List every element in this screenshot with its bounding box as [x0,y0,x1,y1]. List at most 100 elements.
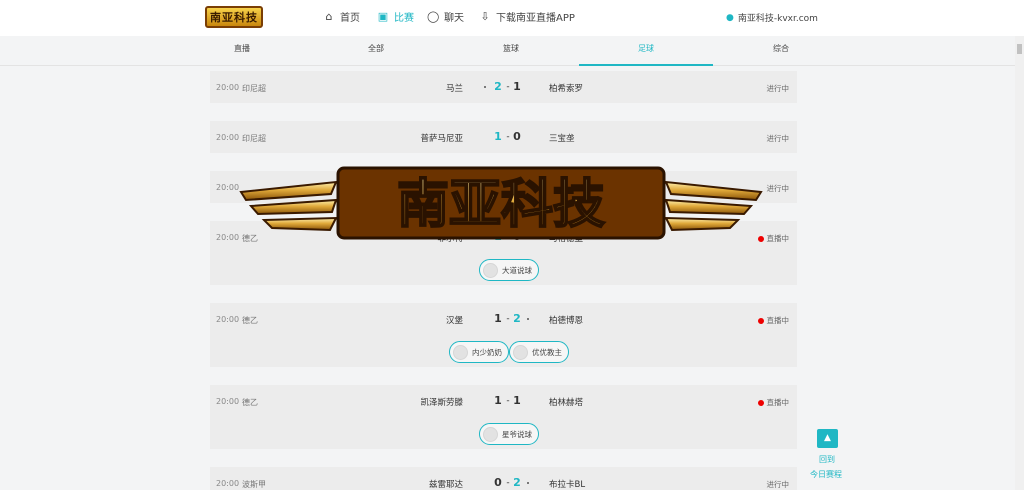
streamer-name: 内少奶奶 [472,347,502,357]
top-navbar: 南亚科技 ⌂ 首页 ▣ 比赛 ◯ 聊天 ⇩ 下载南亚直播APP ● 南亚科技-k… [0,0,1024,36]
away-score: 1 [513,394,521,407]
away-score: 2 [513,476,521,489]
match-status: 进行中 [767,183,790,194]
away-indicator-dot [527,318,529,320]
away-team: 柏希索罗 [549,84,584,94]
score-separator: - [506,396,510,406]
match-status: 直播中 [757,397,790,408]
tab-all[interactable]: 全部 [309,36,443,66]
streamer-button[interactable]: 内少奶奶 [449,341,509,363]
match-status-text: 直播中 [766,398,790,407]
away-score: 1 [513,80,521,93]
page-scrollbar[interactable] [1015,36,1024,490]
tab-football[interactable]: 足球 [579,36,713,66]
streamer-name: 大道说球 [502,265,532,275]
streamer-avatar [453,344,468,360]
back-label-line2[interactable]: 今日赛程 [810,469,842,480]
match-status: 进行中 [767,83,790,94]
score-separator: - [506,314,510,324]
home-score: 2 [494,80,502,93]
calendar-icon: ▣ [377,9,389,23]
home-score: 1 [494,394,502,407]
nav-matches-label: 比赛 [394,13,414,24]
home-score: 1 [494,312,502,325]
sport-tabs: 直播 全部 篮球 足球 综合 [0,36,1024,66]
watermark-logo: 南亚科技 [239,166,763,240]
away-score: 0 [513,130,521,143]
tab-live[interactable]: 直播 [175,36,309,66]
right-wing [664,180,763,232]
match-league: 印尼超 [242,134,266,143]
streamer-avatar [513,344,528,360]
nav-download-label: 下载南亚直播APP [496,13,575,24]
user-account[interactable]: ● 南亚科技-kvxr.com [726,11,818,25]
home-team: 兹雷耶达 [428,480,463,490]
match-status: 进行中 [767,133,790,144]
away-team: 布拉卡BL [549,480,586,490]
user-icon: ● [726,12,734,23]
scrollbar-thumb[interactable] [1017,44,1022,54]
match-status: 直播中 [757,315,790,326]
streamer-name: 优优教主 [532,347,562,357]
chevron-up-icon: ▲ [824,433,831,443]
streamer-name: 星爷说球 [502,429,532,439]
match-time: 20:00 [216,315,240,324]
match-league: 波斯甲 [242,480,266,489]
nav-chat-label: 聊天 [444,13,464,24]
match-status: 进行中 [767,479,790,490]
home-indicator-dot [484,86,486,88]
nav-chat[interactable]: ◯ 聊天 [427,9,464,24]
user-name: 南亚科技-kvxr.com [737,14,818,24]
chat-icon: ◯ [427,9,440,23]
match-time: 20:00 [216,133,240,142]
site-logo[interactable]: 南亚科技 [205,6,263,28]
live-dot-icon [757,399,764,406]
logo-text: 南亚科技 [210,11,258,24]
home-team: 马兰 [445,84,463,94]
streamer-button[interactable]: 星爷说球 [479,423,539,445]
score-separator: - [506,478,510,488]
match-row[interactable]: 20:00 德乙 凯泽斯劳滕 1 - 1 柏林赫塔 直播中 [210,385,797,417]
streamer-avatar [483,426,498,442]
back-to-top-button[interactable]: ▲ [817,429,838,448]
match-row[interactable]: 20:00 德乙 汉堡 1 - 2 柏德博恩 直播中 [210,303,797,335]
match-status-text: 进行中 [766,134,790,143]
match-status-text: 进行中 [766,480,790,489]
left-wing [239,180,338,232]
home-team: 普萨马尼亚 [420,134,463,144]
live-dot-icon [757,317,764,324]
nav-matches[interactable]: ▣ 比赛 [377,9,414,24]
home-icon: ⌂ [325,9,333,23]
home-score: 1 [494,130,502,143]
match-status-text: 进行中 [766,184,790,193]
tab-general[interactable]: 综合 [714,36,848,66]
tab-basketball[interactable]: 篮球 [444,36,578,66]
nav-home[interactable]: ⌂ 首页 [323,9,361,24]
match-league: 印尼超 [242,84,266,93]
match-status-text: 进行中 [766,84,790,93]
match-row[interactable]: 20:00 印尼超 马兰 2 - 1 柏希索罗 进行中 [210,71,797,103]
streamer-button[interactable]: 大道说球 [479,259,539,281]
away-team: 三宝垄 [549,134,575,144]
back-label-line1[interactable]: 回到 [819,454,835,465]
score-separator: - [506,82,510,92]
away-team: 柏德博恩 [549,316,584,326]
away-score: 2 [513,312,521,325]
match-row[interactable]: 20:00 印尼超 普萨马尼亚 1 - 0 三宝垄 进行中 [210,121,797,153]
match-row[interactable]: 20:00 波斯甲 兹雷耶达 0 - 2 布拉卡BL 进行中 [210,467,797,490]
match-status-text: 直播中 [766,234,790,243]
streamer-button[interactable]: 优优教主 [509,341,569,363]
home-team: 凯泽斯劳滕 [420,398,463,408]
nav-download[interactable]: ⇩ 下载南亚直播APP [479,9,575,24]
match-league: 德乙 [242,316,258,325]
home-score: 0 [494,476,502,489]
match-time: 20:00 [216,83,240,92]
match-time: 20:00 [216,479,240,488]
nav-home-label: 首页 [340,13,360,24]
away-team: 柏林赫塔 [549,398,584,408]
score-separator: - [506,132,510,142]
home-team: 汉堡 [445,316,463,326]
watermark-text: 南亚科技 [397,175,605,235]
download-icon: ⇩ [480,9,490,23]
match-status-text: 直播中 [766,316,790,325]
